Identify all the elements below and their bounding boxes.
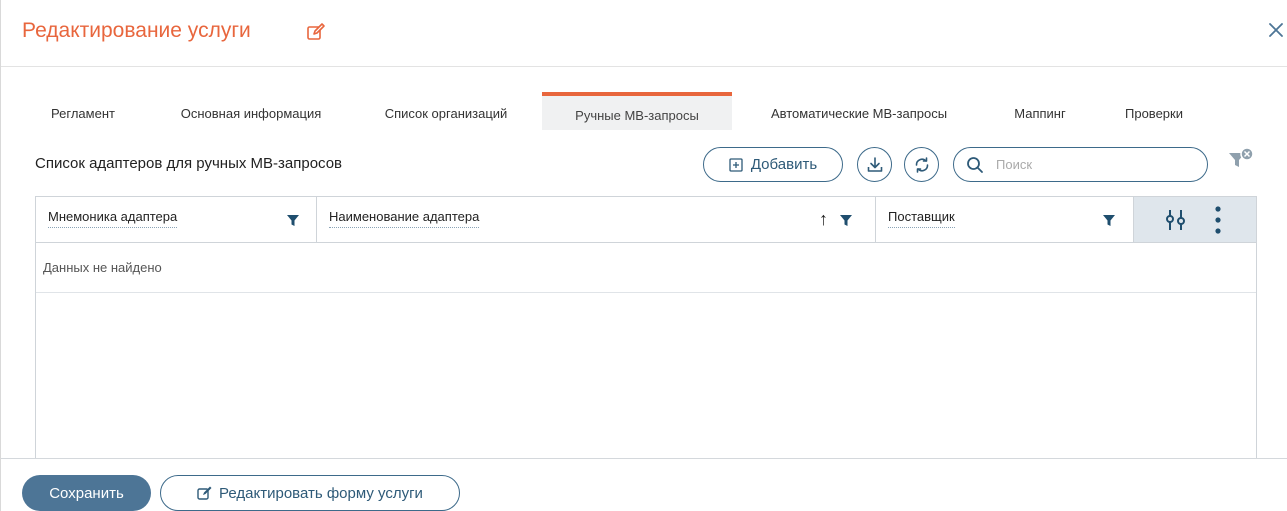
adapters-table: Мнемоника адаптера Наименование адаптера…: [35, 196, 1257, 458]
edit-form-label: Редактировать форму услуги: [219, 484, 423, 502]
close-icon[interactable]: [1266, 20, 1286, 40]
edit-form-button[interactable]: Редактировать форму услуги: [160, 475, 460, 511]
column-settings-icon[interactable]: [1164, 209, 1188, 231]
tab-checks[interactable]: Проверки: [1106, 92, 1202, 130]
edit-service-dialog: Редактирование услуги Регламент Основная…: [0, 0, 1287, 511]
column-mnemonic-label[interactable]: Мнемоника адаптера: [48, 209, 178, 228]
column-supplier: Поставщик: [876, 197, 1134, 243]
column-supplier-label[interactable]: Поставщик: [888, 209, 955, 228]
filter-icon[interactable]: [1102, 213, 1116, 227]
dialog-footer: Сохранить Редактировать форму услуги: [1, 458, 1287, 511]
column-name: Наименование адаптера ↑: [317, 197, 876, 243]
tab-organizations[interactable]: Список организаций: [363, 92, 529, 130]
column-mnemonic: Мнемоника адаптера: [36, 197, 317, 243]
search-icon: [967, 156, 983, 173]
edit-pencil-icon[interactable]: [306, 22, 326, 42]
refresh-icon: [915, 156, 928, 173]
clear-filter-icon[interactable]: [1226, 147, 1256, 172]
tab-main-info[interactable]: Основная информация: [158, 92, 344, 130]
download-icon: [867, 156, 882, 172]
empty-row: Данных не найдено: [36, 243, 1256, 293]
filter-icon[interactable]: [286, 213, 300, 227]
sort-ascending-icon[interactable]: ↑: [819, 209, 828, 229]
column-name-label[interactable]: Наименование адаптера: [329, 209, 480, 228]
search-field[interactable]: [953, 147, 1208, 182]
add-button-label: Добавить: [750, 156, 818, 173]
dialog-header: Редактирование услуги: [1, 0, 1287, 67]
save-button[interactable]: Сохранить: [22, 475, 151, 511]
add-button[interactable]: Добавить: [703, 147, 843, 182]
more-options-icon[interactable]: [1213, 205, 1223, 235]
download-button[interactable]: [857, 147, 892, 182]
tab-auto-requests[interactable]: Автоматические МВ-запросы: [746, 92, 972, 130]
search-input[interactable]: [994, 156, 1194, 173]
empty-message: Данных не найдено: [43, 260, 162, 275]
column-tools: [1134, 197, 1256, 242]
section-title: Список адаптеров для ручных МВ-запросов: [35, 155, 343, 172]
dialog-title: Редактирование услуги: [22, 19, 251, 42]
tab-bar: Регламент Основная информация Список орг…: [1, 92, 1287, 130]
tab-mapping[interactable]: Маппинг: [994, 92, 1086, 130]
refresh-button[interactable]: [904, 147, 939, 182]
edit-form-icon: [197, 486, 212, 500]
filter-icon[interactable]: [839, 213, 853, 227]
table-header: Мнемоника адаптера Наименование адаптера…: [36, 197, 1256, 243]
tab-reglament[interactable]: Регламент: [35, 92, 131, 130]
plus-square-icon: [729, 157, 743, 172]
tab-manual-requests[interactable]: Ручные МВ-запросы: [542, 92, 732, 130]
